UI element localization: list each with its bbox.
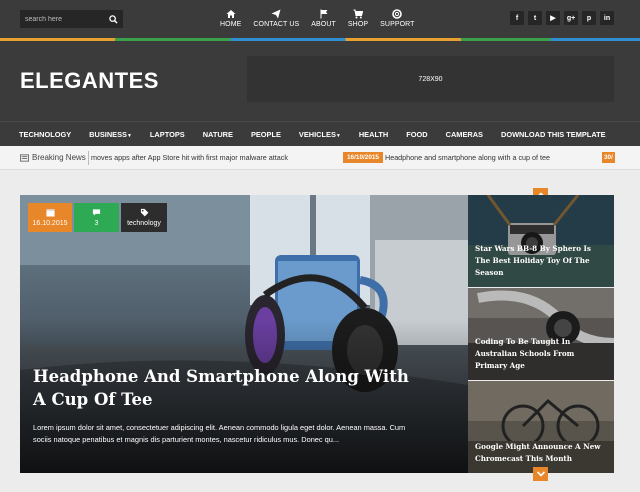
top-nav-label: HOME <box>220 21 242 28</box>
ad-banner[interactable]: 728X90 <box>247 56 614 102</box>
featured-post-title[interactable]: Headphone And Smartphone Along With A Cu… <box>33 365 413 411</box>
top-nav-contact[interactable]: CONTACT US <box>253 9 299 28</box>
calendar-icon <box>45 209 55 217</box>
lifebuoy-icon <box>392 9 403 19</box>
nav-item-business[interactable]: BUSINESS▼ <box>89 130 132 139</box>
site-header: ELEGANTES 728X90 <box>0 41 640 121</box>
tag-icon <box>140 208 148 217</box>
top-bar: HOME CONTACT US ABOUT SHOP SUPPORT f t ▶… <box>0 0 640 38</box>
comment-count-badge[interactable]: 3 <box>74 203 119 232</box>
social-links: f t ▶ g+ p in <box>510 11 618 25</box>
cart-icon <box>353 9 364 19</box>
search-button[interactable] <box>104 10 123 28</box>
search-icon <box>109 14 118 24</box>
nav-item-laptops[interactable]: LAPTOPS <box>150 130 185 139</box>
post-date-badge: 16.10.2015 <box>28 203 72 232</box>
breaking-news-item[interactable]: Headphone and smartphone along with a cu… <box>385 153 550 162</box>
featured-post[interactable]: 16.10.2015 3 technology Headphone And Sm… <box>20 195 468 473</box>
top-nav-about[interactable]: ABOUT <box>311 9 336 28</box>
nav-item-technology[interactable]: TECHNOLOGY <box>19 130 71 139</box>
side-post[interactable]: Google Might Announce A New Chromecast T… <box>468 381 614 473</box>
side-post[interactable]: Coding To Be Taught In Australian School… <box>468 288 614 380</box>
nav-item-label: VEHICLES <box>298 129 336 139</box>
breaking-news-label: Breaking News <box>20 153 86 162</box>
ad-size-label: 728X90 <box>418 75 443 83</box>
featured-post-excerpt: Lorem ipsum dolor sit amet, consectetuer… <box>33 423 406 444</box>
google-plus-icon[interactable]: g+ <box>564 11 578 25</box>
breaking-news-bar: Breaking News moves apps after App Store… <box>0 146 640 170</box>
youtube-icon[interactable]: ▶ <box>546 11 560 25</box>
scroll-down-button[interactable] <box>533 467 548 481</box>
nav-item-label: BUSINESS <box>89 129 127 139</box>
comment-count: 3 <box>94 220 99 227</box>
facebook-icon[interactable]: f <box>510 11 524 25</box>
side-post-title[interactable]: Star Wars BB-8 By Sphero Is The Best Hol… <box>475 243 605 279</box>
top-nav-label: CONTACT US <box>253 21 300 28</box>
divider <box>88 151 89 165</box>
breaking-news-date: 30/ <box>602 152 615 163</box>
breaking-news-item[interactable]: moves apps after App Store hit with firs… <box>91 153 288 162</box>
top-nav-support[interactable]: SUPPORT <box>380 9 414 28</box>
paper-plane-icon <box>271 9 281 19</box>
flag-icon <box>320 9 328 19</box>
pinterest-icon[interactable]: p <box>582 11 596 25</box>
search-box <box>20 10 123 28</box>
side-post[interactable]: Star Wars BB-8 By Sphero Is The Best Hol… <box>468 195 614 287</box>
caret-down-icon: ▼ <box>335 132 341 139</box>
top-nav-label: SHOP <box>347 21 369 28</box>
nav-item-vehicles[interactable]: VEHICLES▼ <box>299 130 341 139</box>
post-tag-badge[interactable]: technology <box>121 203 167 232</box>
twitter-icon[interactable]: t <box>528 11 542 25</box>
top-nav: HOME CONTACT US ABOUT SHOP SUPPORT <box>220 9 427 28</box>
post-tag: technology <box>127 220 161 227</box>
nav-item-people[interactable]: PEOPLE <box>251 130 281 139</box>
nav-item-cameras[interactable]: CAMERAS <box>446 130 483 139</box>
site-logo[interactable]: ELEGANTES <box>20 68 159 94</box>
post-date: 16.10.2015 <box>32 220 68 227</box>
nav-item-health[interactable]: HEALTH <box>359 130 388 139</box>
breaking-news-label-text: Breaking News <box>32 153 86 162</box>
top-nav-label: ABOUT <box>311 21 336 28</box>
top-nav-label: SUPPORT <box>380 21 415 28</box>
nav-item-food[interactable]: FOOD <box>406 130 427 139</box>
side-post-title[interactable]: Google Might Announce A New Chromecast T… <box>475 441 605 465</box>
comment-icon <box>92 209 101 216</box>
side-post-title[interactable]: Coding To Be Taught In Australian School… <box>475 336 605 372</box>
caret-down-icon: ▼ <box>126 132 132 139</box>
top-nav-shop[interactable]: SHOP <box>348 9 368 28</box>
top-nav-home[interactable]: HOME <box>220 9 241 28</box>
main-nav: TECHNOLOGY BUSINESS▼ LAPTOPS NATURE PEOP… <box>0 121 640 146</box>
newspaper-icon <box>20 153 29 162</box>
breaking-news-date: 16/10/2015 <box>343 152 383 163</box>
linkedin-icon[interactable]: in <box>600 11 614 25</box>
nav-item-download-template[interactable]: DOWNLOAD THIS TEMPLATE <box>501 130 606 139</box>
home-icon <box>226 10 236 18</box>
nav-item-nature[interactable]: NATURE <box>203 130 233 139</box>
chevron-down-icon <box>536 471 545 477</box>
search-input[interactable] <box>20 10 104 28</box>
